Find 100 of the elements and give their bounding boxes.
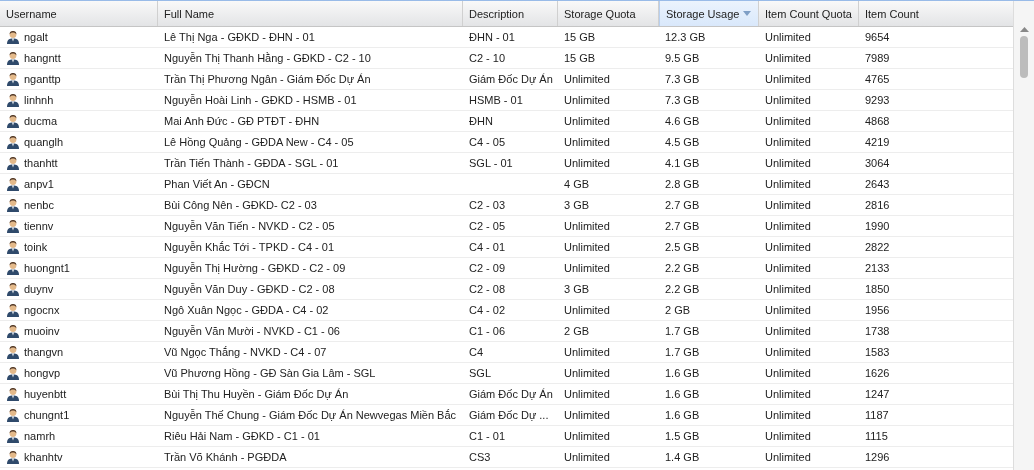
item-count-cell: 1296 [865, 451, 890, 463]
username-cell: huongnt1 [24, 262, 70, 274]
item-count-cell: 1187 [865, 409, 889, 421]
user-icon [6, 450, 20, 464]
column-header[interactable]: Description [463, 1, 558, 26]
column-header[interactable]: Full Name [158, 1, 463, 26]
item-count-quota-cell: Unlimited [765, 178, 811, 190]
storage-usage-cell: 2.7 GB [665, 220, 700, 232]
item-count-quota-cell: Unlimited [765, 346, 811, 358]
storage-usage-cell: 4.6 GB [665, 115, 700, 127]
item-count-quota-cell: Unlimited [765, 52, 811, 64]
username-cell: linhnh [24, 94, 54, 106]
storage-quota-cell: Unlimited [564, 409, 610, 421]
user-icon [6, 366, 20, 380]
item-count-quota-cell: Unlimited [765, 283, 811, 295]
username-cell: tiennv [24, 220, 54, 232]
username-cell: muoinv [24, 325, 60, 337]
item-count-cell: 2816 [865, 199, 890, 211]
username-cell: ngalt [24, 31, 48, 43]
full-name-cell: Lê Hồng Quảng - GĐDA New - C4 - 05 [164, 136, 354, 148]
item-count-cell: 1583 [865, 346, 890, 358]
scrollbar[interactable] [1013, 1, 1034, 470]
storage-usage-cell: 2 GB [665, 304, 691, 316]
full-name-cell: Mai Anh Đức - GĐ PTĐT - ĐHN [164, 115, 320, 127]
item-count-cell: 2822 [865, 241, 890, 253]
description-cell: C2 - 05 [469, 220, 506, 232]
storage-usage-cell: 1.4 GB [665, 451, 700, 463]
storage-quota-cell: Unlimited [564, 346, 610, 358]
storage-quota-cell: Unlimited [564, 73, 610, 85]
description-cell: Giám Đốc Dự Án [469, 388, 553, 400]
full-name-cell: Nguyễn Hoài Linh - GĐKD - HSMB - 01 [164, 94, 357, 106]
username-cell: toink [24, 241, 48, 253]
user-icon [6, 387, 20, 401]
user-icon [6, 324, 20, 338]
item-count-cell: 3064 [865, 157, 890, 169]
storage-quota-cell: Unlimited [564, 367, 610, 379]
user-icon [6, 345, 20, 359]
username-cell: ngocnx [24, 304, 60, 316]
scroll-up-icon[interactable] [1019, 27, 1029, 32]
username-cell: thangvn [24, 346, 64, 358]
storage-quota-cell: Unlimited [564, 451, 610, 463]
full-name-cell: Nguyễn Văn Tiến - NVKD - C2 - 05 [164, 220, 335, 232]
user-icon [6, 30, 20, 44]
column-header[interactable]: Item Count Quota [759, 1, 859, 26]
user-icon [6, 429, 20, 443]
scroll-thumb[interactable] [1020, 36, 1028, 78]
full-name-cell: Nguyễn Thị Hường - GĐKD - C2 - 09 [164, 262, 346, 274]
full-name-cell: Nguyễn Khắc Tới - TPKD - C4 - 01 [164, 241, 335, 253]
storage-quota-cell: 3 GB [564, 283, 590, 295]
item-count-quota-cell: Unlimited [765, 367, 811, 379]
description-cell: C2 - 10 [469, 52, 506, 64]
full-name-cell: Lê Thị Nga - GĐKD - ĐHN - 01 [164, 31, 315, 43]
item-count-cell: 1956 [865, 304, 890, 316]
item-count-cell: 1247 [865, 388, 890, 400]
full-name-cell: Nguyễn Thế Chung - Giám Đốc Dự Án Newvegas Miền Bắc [164, 409, 457, 421]
username-cell: huyenbtt [24, 388, 67, 400]
storage-quota-cell: Unlimited [564, 220, 610, 232]
item-count-quota-cell: Unlimited [765, 73, 811, 85]
sort-down-icon [743, 11, 752, 16]
description-cell: HSMB - 01 [469, 94, 523, 106]
item-count-cell: 1738 [865, 325, 890, 337]
storage-usage-cell: 7.3 GB [665, 94, 700, 106]
storage-quota-cell: Unlimited [564, 241, 610, 253]
description-cell: C2 - 08 [469, 283, 506, 295]
user-icon [6, 261, 20, 275]
storage-quota-cell: Unlimited [564, 304, 610, 316]
item-count-quota-cell: Unlimited [765, 388, 811, 400]
user-icon [6, 135, 20, 149]
username-cell: hongvp [24, 367, 61, 379]
user-icon [6, 240, 20, 254]
item-count-quota-cell: Unlimited [765, 262, 811, 274]
description-cell: C4 - 05 [469, 136, 506, 148]
storage-quota-cell: Unlimited [564, 136, 610, 148]
user-icon [6, 156, 20, 170]
user-icon [6, 282, 20, 296]
username-cell: nganttp [24, 73, 61, 85]
description-cell: Giám Đốc Dự ... [469, 409, 549, 421]
item-count-quota-cell: Unlimited [765, 304, 811, 316]
storage-usage-cell: 2.7 GB [665, 199, 700, 211]
description-cell: C4 - 01 [469, 241, 506, 253]
column-header[interactable]: Username [0, 1, 158, 26]
description-cell: C1 - 01 [469, 430, 506, 442]
item-count-quota-cell: Unlimited [765, 451, 811, 463]
storage-usage-cell: 2.2 GB [665, 262, 700, 274]
user-icon [6, 51, 20, 65]
column-header[interactable]: Storage Usage [659, 1, 759, 26]
username-cell: anpv1 [24, 178, 54, 190]
storage-quota-cell: Unlimited [564, 115, 610, 127]
storage-usage-cell: 12.3 GB [665, 31, 706, 43]
username-cell: duynv [24, 283, 54, 295]
storage-quota-cell: 3 GB [564, 199, 590, 211]
description-cell: C2 - 09 [469, 262, 506, 274]
item-count-cell: 9654 [865, 31, 890, 43]
full-name-cell: Nguyễn Văn Duy - GĐKD - C2 - 08 [164, 283, 335, 295]
description-cell: C4 [469, 346, 484, 358]
description-cell: C4 - 02 [469, 304, 506, 316]
user-icon [6, 177, 20, 191]
item-count-quota-cell: Unlimited [765, 31, 811, 43]
item-count-cell: 1850 [865, 283, 890, 295]
storage-usage-cell: 1.7 GB [665, 346, 700, 358]
